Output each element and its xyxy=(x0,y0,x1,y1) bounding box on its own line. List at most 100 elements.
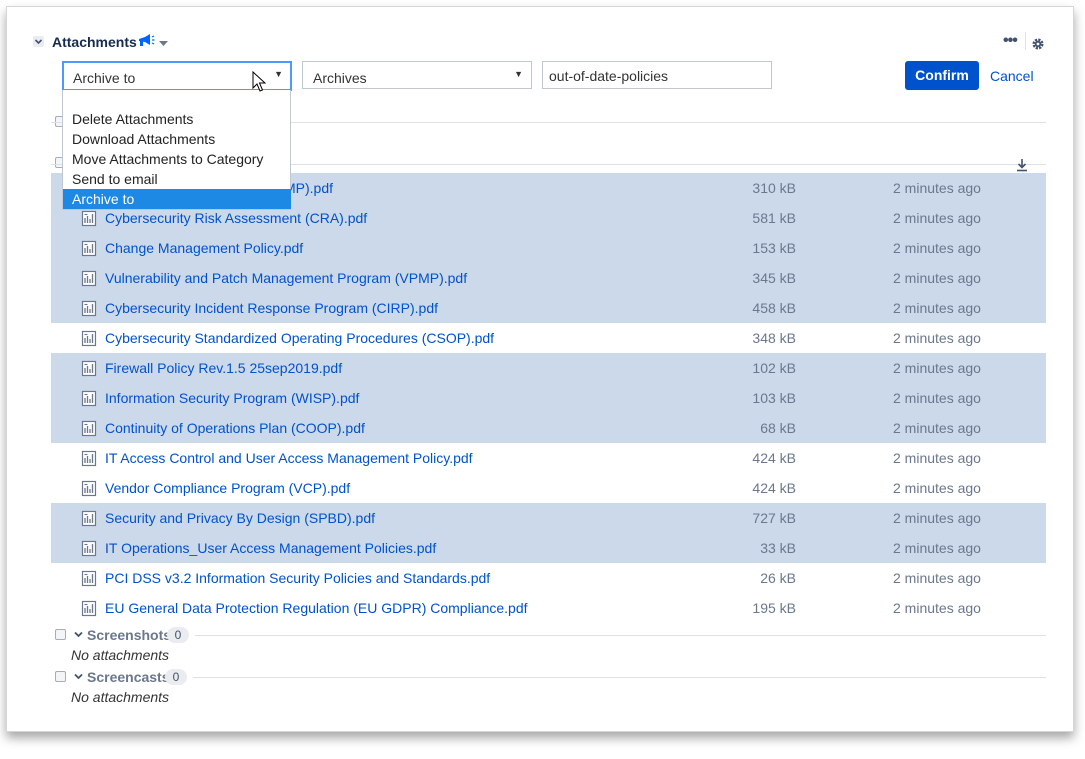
file-size: 68 kB xyxy=(760,420,796,436)
table-row[interactable]: Cybersecurity Standardized Operating Pro… xyxy=(51,323,1046,353)
file-name-link[interactable]: Vulnerability and Patch Management Progr… xyxy=(105,270,467,286)
file-size: 581 kB xyxy=(752,210,796,226)
screencasts-group-title[interactable]: Screencasts xyxy=(87,669,170,685)
divider xyxy=(1025,32,1026,50)
file-name-link[interactable]: Continuity of Operations Plan (COOP).pdf xyxy=(105,420,365,436)
menu-item-delete[interactable]: Delete Attachments xyxy=(63,109,291,129)
pdf-file-icon xyxy=(81,270,97,292)
megaphone-icon[interactable] xyxy=(137,33,155,49)
more-options-icon[interactable]: ••• xyxy=(1003,33,1018,49)
action-select-value: Archive to xyxy=(73,70,136,86)
file-name-link[interactable]: EU General Data Protection Regulation (E… xyxy=(105,600,528,616)
action-dropdown-menu: Delete Attachments Download Attachments … xyxy=(62,90,291,210)
chevron-down-icon[interactable] xyxy=(74,673,83,680)
pdf-file-icon xyxy=(81,210,97,232)
file-name-link[interactable]: MP).pdf xyxy=(284,180,333,196)
confirm-button[interactable]: Confirm xyxy=(905,61,979,90)
file-modified-time: 2 minutes ago xyxy=(893,480,981,496)
file-modified-time: 2 minutes ago xyxy=(893,540,981,556)
table-row[interactable]: PCI DSS v3.2 Information Security Polici… xyxy=(51,563,1046,593)
file-modified-time: 2 minutes ago xyxy=(893,270,981,286)
table-row[interactable]: Change Management Policy.pdf 153 kB 2 minu… xyxy=(51,233,1046,263)
file-name-link[interactable]: Vendor Compliance Program (VCP).pdf xyxy=(105,480,350,496)
archive-select-value: Archives xyxy=(313,70,367,86)
file-size: 195 kB xyxy=(752,600,796,616)
screencasts-checkbox[interactable] xyxy=(55,671,66,682)
file-size: 424 kB xyxy=(752,450,796,466)
menu-item-send-email[interactable]: Send to email xyxy=(63,169,291,189)
pdf-file-icon xyxy=(81,240,97,257)
file-name-link[interactable]: PCI DSS v3.2 Information Security Polici… xyxy=(105,570,490,586)
dropdown-arrow-icon: ▼ xyxy=(274,69,283,79)
pdf-file-icon xyxy=(81,360,97,382)
divider xyxy=(193,677,1046,678)
screenshots-checkbox[interactable] xyxy=(55,629,66,640)
table-row[interactable]: Firewall Policy Rev.1.5 25sep2019.pdf 102… xyxy=(51,353,1046,383)
screencasts-empty-text: No attachments xyxy=(71,689,170,705)
table-row[interactable]: Security and Privacy By Design (SPBD).pd… xyxy=(51,503,1046,533)
pdf-file-icon xyxy=(81,450,97,472)
collapse-toggle[interactable] xyxy=(33,36,44,47)
pdf-file-icon xyxy=(81,570,97,587)
pdf-file-icon xyxy=(81,540,97,562)
table-row[interactable]: Cybersecurity Incident Response Program … xyxy=(51,293,1046,323)
archive-select[interactable]: Archives ▼ xyxy=(302,61,532,89)
pdf-file-icon xyxy=(81,570,97,592)
pdf-file-icon xyxy=(81,450,97,467)
file-size: 102 kB xyxy=(752,360,796,376)
pdf-file-icon xyxy=(81,510,97,527)
file-name-link[interactable]: IT Access Control and User Access Manage… xyxy=(105,450,473,466)
caret-down-icon[interactable] xyxy=(159,41,168,47)
file-name-link[interactable]: IT Operations_User Access Management Pol… xyxy=(105,540,436,556)
file-name-link[interactable]: Security and Privacy By Design (SPBD).pd… xyxy=(105,510,375,526)
screenshots-empty-text: No attachments xyxy=(71,647,170,663)
table-row[interactable]: IT Operations_User Access Management Pol… xyxy=(51,533,1046,563)
page-title: Attachments xyxy=(52,34,137,50)
gear-icon[interactable] xyxy=(1031,37,1045,51)
divider xyxy=(195,635,1046,636)
file-size: 458 kB xyxy=(752,300,796,316)
file-name-link[interactable]: Cybersecurity Standardized Operating Pro… xyxy=(105,330,494,346)
menu-item-archive[interactable]: Archive to xyxy=(63,189,291,209)
file-name-link[interactable]: Cybersecurity Risk Assessment (CRA).pdf xyxy=(105,210,367,226)
pdf-file-icon xyxy=(81,600,97,617)
pdf-file-icon xyxy=(81,270,97,287)
screenshots-group-title[interactable]: Screenshots xyxy=(87,627,171,643)
file-name-link[interactable]: Cybersecurity Incident Response Program … xyxy=(105,300,438,316)
cancel-button[interactable]: Cancel xyxy=(990,68,1034,84)
file-modified-time: 2 minutes ago xyxy=(893,180,981,196)
file-size: 727 kB xyxy=(752,510,796,526)
table-row[interactable]: IT Access Control and User Access Manage… xyxy=(51,443,1046,473)
archive-name-input[interactable]: out-of-date-policies xyxy=(542,61,772,89)
pdf-file-icon xyxy=(81,480,97,497)
file-modified-time: 2 minutes ago xyxy=(893,420,981,436)
pdf-file-icon xyxy=(81,300,97,317)
menu-item-download[interactable]: Download Attachments xyxy=(63,129,291,149)
file-name-link[interactable]: Firewall Policy Rev.1.5 25sep2019.pdf xyxy=(105,360,342,376)
pdf-file-icon xyxy=(81,540,97,557)
table-row[interactable]: EU General Data Protection Regulation (E… xyxy=(51,593,1046,623)
table-row[interactable]: Vulnerability and Patch Management Progr… xyxy=(51,263,1046,293)
pdf-file-icon xyxy=(81,420,97,437)
pdf-file-icon xyxy=(81,420,97,442)
file-modified-time: 2 minutes ago xyxy=(893,510,981,526)
table-row[interactable]: Vendor Compliance Program (VCP).pdf 424 k… xyxy=(51,473,1046,503)
menu-item-move-category[interactable]: Move Attachments to Category xyxy=(63,149,291,169)
pdf-file-icon xyxy=(81,330,97,347)
table-row[interactable]: Continuity of Operations Plan (COOP).pdf… xyxy=(51,413,1046,443)
pdf-file-icon xyxy=(81,600,97,622)
file-modified-time: 2 minutes ago xyxy=(893,240,981,256)
download-icon[interactable] xyxy=(1016,158,1028,172)
pdf-file-icon xyxy=(81,240,97,262)
chevron-down-icon[interactable] xyxy=(74,631,83,638)
file-modified-time: 2 minutes ago xyxy=(893,330,981,346)
pdf-file-icon xyxy=(81,510,97,532)
file-size: 153 kB xyxy=(752,240,796,256)
file-modified-time: 2 minutes ago xyxy=(893,210,981,226)
file-name-link[interactable]: Change Management Policy.pdf xyxy=(105,240,303,256)
file-size: 345 kB xyxy=(752,270,796,286)
table-row[interactable]: Information Security Program (WISP).pdf 1… xyxy=(51,383,1046,413)
pdf-file-icon xyxy=(81,210,97,227)
dropdown-arrow-icon: ▼ xyxy=(514,69,523,79)
file-name-link[interactable]: Information Security Program (WISP).pdf xyxy=(105,390,359,406)
